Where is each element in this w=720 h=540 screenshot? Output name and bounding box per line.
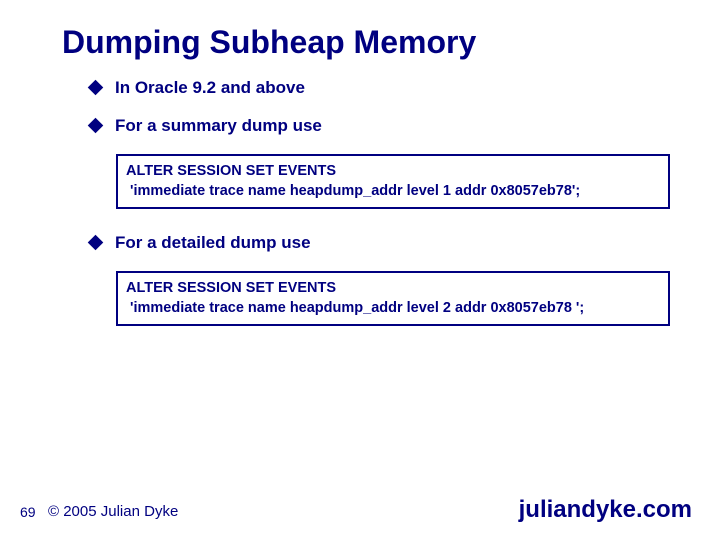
copyright: © 2005 Julian Dyke (48, 503, 178, 520)
bullet-item: For a summary dump use (90, 116, 680, 136)
footer: 69 © 2005 Julian Dyke juliandyke.com (0, 490, 720, 520)
bullet-text: For a detailed dump use (115, 233, 311, 253)
slide: Dumping Subheap Memory In Oracle 9.2 and… (0, 0, 720, 540)
slide-title: Dumping Subheap Memory (62, 24, 476, 61)
diamond-icon (88, 80, 104, 96)
code-block-summary: ALTER SESSION SET EVENTS 'immediate trac… (116, 154, 670, 209)
bullet-text: For a summary dump use (115, 116, 322, 136)
slide-content: In Oracle 9.2 and above For a summary du… (90, 78, 680, 350)
code-line: 'immediate trace name heapdump_addr leve… (126, 182, 660, 202)
code-line: 'immediate trace name heapdump_addr leve… (126, 299, 660, 319)
code-line: ALTER SESSION SET EVENTS (126, 162, 660, 182)
brand-text: juliandyke.com (519, 496, 692, 524)
bullet-item: For a detailed dump use (90, 233, 680, 253)
diamond-icon (88, 235, 104, 251)
code-line: ALTER SESSION SET EVENTS (126, 279, 660, 299)
code-block-detailed: ALTER SESSION SET EVENTS 'immediate trac… (116, 271, 670, 326)
diamond-icon (88, 118, 104, 134)
page-number: 69 (20, 504, 36, 520)
bullet-item: In Oracle 9.2 and above (90, 78, 680, 98)
bullet-text: In Oracle 9.2 and above (115, 78, 305, 98)
